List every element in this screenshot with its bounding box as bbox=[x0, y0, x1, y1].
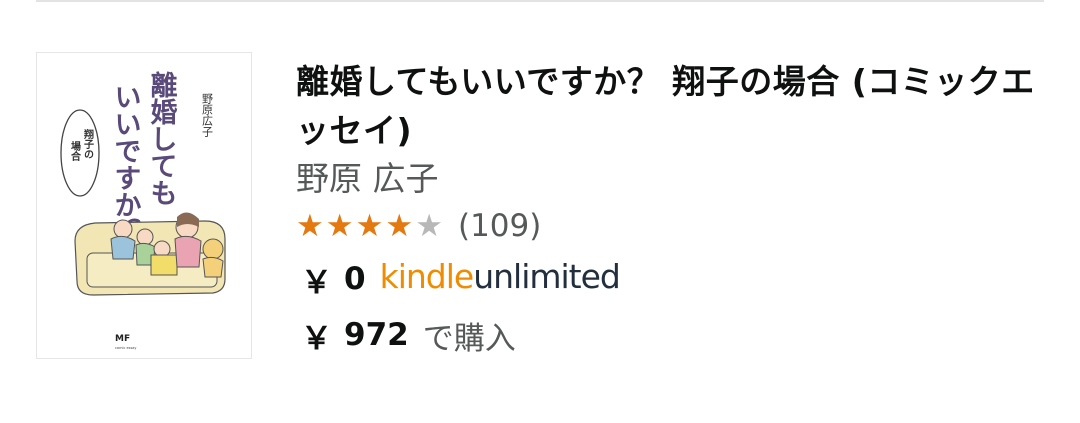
kindle-unlimited-price-row: ￥ 0 kindle unlimited bbox=[296, 257, 1044, 301]
cover-title-line1: 離婚しても bbox=[146, 70, 178, 206]
purchase-price-row[interactable]: ￥ 972 で購入 bbox=[296, 313, 1044, 357]
book-info: 離婚してもいいですか？ 翔子の場合 (コミックエッセイ) 野原 広子 ★ ★ ★… bbox=[296, 52, 1044, 357]
cover-publisher-mark: MF bbox=[115, 334, 130, 344]
product-list-item[interactable]: 野原広子 離婚しても いいですか？ 翔子の 場合 MF comic essay … bbox=[36, 52, 1044, 382]
currency-symbol: ￥ bbox=[301, 320, 332, 357]
star-full-icon: ★ bbox=[296, 208, 324, 244]
book-author-link[interactable]: 野原 広子 bbox=[296, 157, 1044, 201]
book-title-link[interactable]: 離婚してもいいですか？ 翔子の場合 (コミックエッセイ) bbox=[296, 57, 1044, 155]
unlimited-wordmark: unlimited bbox=[473, 256, 621, 296]
star-rating[interactable]: ★ ★ ★ ★ ★ bbox=[296, 209, 445, 243]
ku-price-amount: 0 bbox=[344, 261, 366, 297]
currency-symbol: ￥ bbox=[301, 264, 332, 301]
cover-illustration: 野原広子 離婚しても いいですか？ 翔子の 場合 MF comic essay bbox=[37, 53, 251, 358]
star-full-icon: ★ bbox=[385, 208, 414, 244]
cover-author: 野原広子 bbox=[201, 93, 214, 137]
kindle-wordmark: kindle bbox=[379, 256, 475, 296]
star-empty-icon: ★ bbox=[415, 208, 443, 244]
review-count-link[interactable]: (109) bbox=[458, 208, 541, 244]
rating-row: ★ ★ ★ ★ ★ (109) bbox=[296, 207, 1044, 245]
purchase-price-amount: 972 bbox=[344, 317, 409, 353]
star-full-icon: ★ bbox=[355, 208, 384, 244]
top-divider bbox=[36, 0, 1044, 2]
cover-publisher-sub: comic essay bbox=[115, 346, 137, 350]
buy-label[interactable]: で購入 bbox=[423, 313, 516, 358]
book-cover-image[interactable]: 野原広子 離婚しても いいですか？ 翔子の 場合 MF comic essay bbox=[36, 52, 252, 359]
kindle-unlimited-logo[interactable]: kindle unlimited bbox=[379, 256, 621, 296]
star-full-icon: ★ bbox=[325, 208, 354, 244]
